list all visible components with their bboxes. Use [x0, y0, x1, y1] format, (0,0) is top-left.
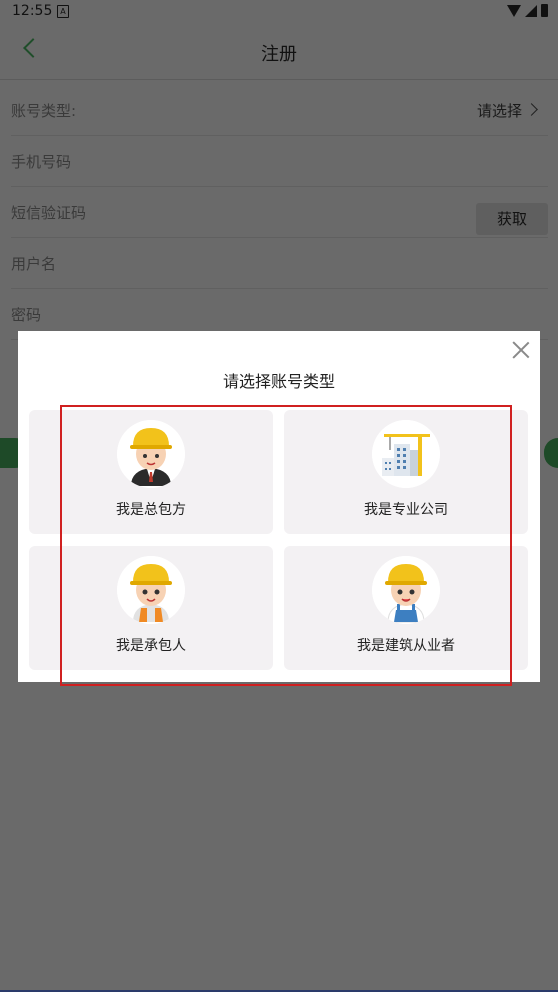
phone-placeholder: 手机号码 — [11, 153, 72, 171]
close-icon[interactable] — [512, 341, 530, 359]
wifi-icon — [507, 4, 521, 17]
battery-icon — [541, 4, 548, 17]
sms-code-placeholder: 短信验证码 — [11, 204, 87, 222]
page-title: 注册 — [261, 44, 297, 65]
get-code-button[interactable]: 获取 — [476, 203, 548, 235]
account-type-value: 请选择 — [476, 102, 522, 120]
app-bar: 注册 — [0, 24, 558, 80]
submit-button-edge-right — [544, 438, 558, 468]
phone-field[interactable]: 手机号码 — [11, 136, 548, 187]
account-type-row[interactable]: 账号类型: 请选择 — [11, 85, 548, 136]
account-type-label: 账号类型: — [11, 102, 77, 120]
sms-code-field[interactable]: 短信验证码 获取 — [11, 187, 548, 238]
status-time: 12:55 — [12, 3, 53, 19]
status-bar: 12:55 A — [0, 0, 558, 24]
dialog-title: 请选择账号类型 — [222, 372, 335, 391]
status-icons — [507, 4, 548, 17]
signal-icon — [525, 4, 537, 17]
username-field[interactable]: 用户名 — [11, 238, 548, 289]
highlight-box — [60, 405, 512, 686]
chevron-right-icon — [525, 103, 538, 116]
notification-icon: A — [57, 5, 69, 18]
password-placeholder: 密码 — [11, 306, 42, 324]
username-placeholder: 用户名 — [11, 255, 57, 273]
